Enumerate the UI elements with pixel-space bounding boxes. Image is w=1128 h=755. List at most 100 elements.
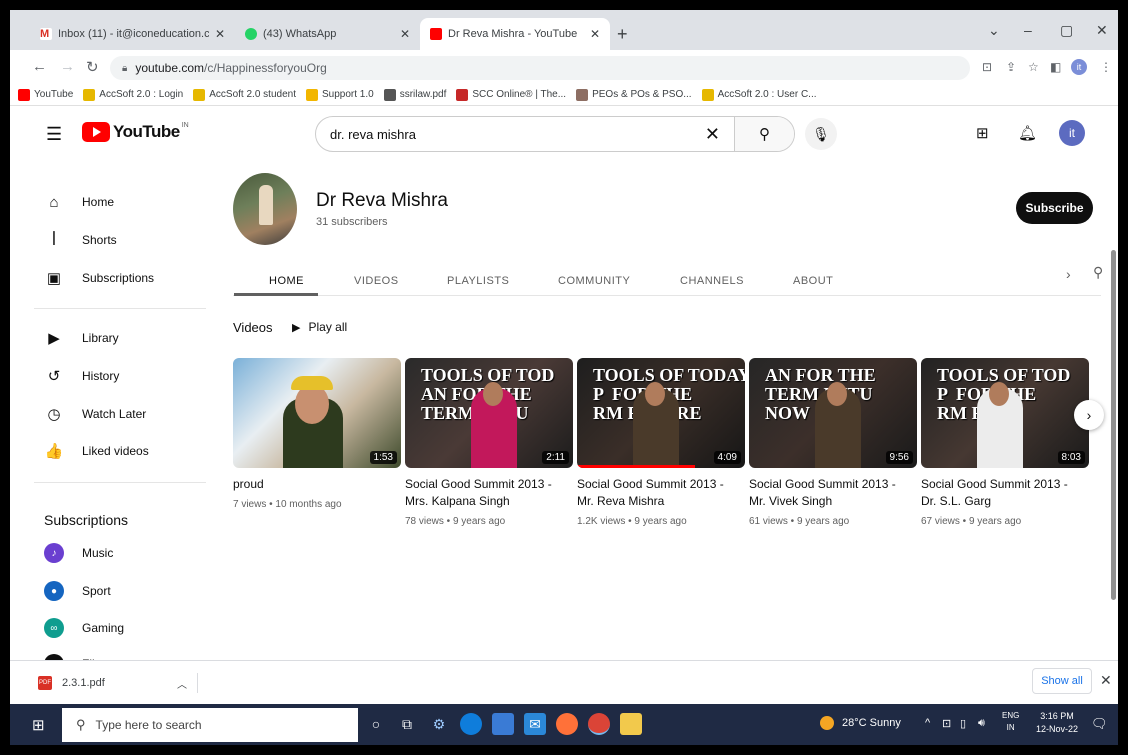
cortana-icon[interactable]: ○: [365, 713, 387, 735]
youtube-logo[interactable]: YouTube IN: [82, 122, 189, 142]
tabs-next-chevron-icon[interactable]: ›: [1066, 266, 1071, 282]
tab-home[interactable]: HOME: [269, 275, 304, 287]
weather-widget[interactable]: 28°C Sunny: [820, 716, 901, 730]
video-card[interactable]: TOOLS OF TOD P FOR THE RM FU8:03 Social G…: [921, 358, 1089, 527]
network-icon[interactable]: ⊡: [942, 717, 951, 730]
file-explorer-icon[interactable]: [620, 713, 642, 735]
bookmark-item[interactable]: ssrilaw.pdf: [383, 88, 446, 101]
google-lens-icon[interactable]: ⊡: [982, 60, 992, 74]
video-thumbnail[interactable]: TOOLS OF TODAY P FOR THE RM FUTURE4:09: [577, 358, 745, 468]
url-bar[interactable]: 🔒︎ youtube.com /c/HappinessforyouOrg: [110, 56, 970, 80]
sidebar-item-watch-later[interactable]: ◷ Watch Later: [10, 396, 210, 432]
search-button[interactable]: ⚲: [734, 117, 794, 151]
show-all-downloads-button[interactable]: Show all: [1032, 668, 1092, 694]
bookmark-item[interactable]: YouTube: [18, 88, 73, 101]
task-view-icon[interactable]: ⧉: [396, 713, 418, 735]
video-title[interactable]: Social Good Summit 2013 - Mr. Vivek Singh: [749, 476, 917, 510]
video-card[interactable]: 1:53 proud 7 views • 10 months ago: [233, 358, 401, 510]
restore-button[interactable]: ▢: [1060, 22, 1073, 39]
video-thumbnail[interactable]: TOOLS OF TOD AN FOR THE TERM FUTU2:11: [405, 358, 573, 468]
browser-menu-icon[interactable]: ⋮: [1100, 60, 1112, 74]
video-title[interactable]: Social Good Summit 2013 - Mr. Reva Mishra: [577, 476, 745, 510]
sidebar-item-films[interactable]: ●Films: [10, 646, 210, 660]
clear-search-icon[interactable]: ✕: [705, 124, 720, 145]
sidebar-item-gaming[interactable]: ∞ Gaming: [10, 610, 210, 646]
settings-app-icon[interactable]: ⚙: [428, 713, 450, 735]
sidebar-item-history[interactable]: ↺ History: [10, 358, 210, 394]
video-thumbnail[interactable]: TOOLS OF TOD P FOR THE RM FU8:03: [921, 358, 1089, 468]
close-tab-icon[interactable]: ✕: [400, 27, 410, 41]
notification-center-icon[interactable]: 🗨︎: [1091, 716, 1108, 732]
video-title[interactable]: Social Good Summit 2013 - Dr. S.L. Garg: [921, 476, 1089, 510]
volume-icon[interactable]: 🔊︎: [978, 717, 985, 730]
firefox-icon[interactable]: [556, 713, 578, 735]
close-tab-icon[interactable]: ✕: [215, 27, 225, 41]
close-download-bar-icon[interactable]: ✕: [1100, 672, 1112, 689]
bookmark-item[interactable]: AccSoft 2.0 student: [193, 88, 296, 101]
channel-search-icon[interactable]: ⚲: [1093, 264, 1104, 281]
chevron-up-icon[interactable]: ︿: [177, 676, 187, 691]
menu-icon[interactable]: ☰: [46, 124, 62, 145]
bookmark-item[interactable]: PEOs & POs & PSO...: [576, 88, 692, 101]
channel-avatar[interactable]: [233, 173, 297, 245]
language-indicator[interactable]: ENG IN: [1002, 710, 1019, 734]
side-panel-icon[interactable]: ◧: [1050, 60, 1061, 74]
close-tab-icon[interactable]: ✕: [590, 27, 600, 41]
back-icon[interactable]: ←: [32, 58, 47, 75]
bookmark-item[interactable]: AccSoft 2.0 : Login: [83, 88, 183, 101]
tab-about[interactable]: ABOUT: [793, 275, 833, 287]
battery-icon[interactable]: ▯: [960, 717, 966, 730]
new-tab-button[interactable]: +: [617, 24, 628, 45]
mail-icon[interactable]: ✉: [524, 713, 546, 735]
tab-gmail[interactable]: M Inbox (11) - it@iconeducation.co ✕: [30, 18, 235, 50]
tab-whatsapp[interactable]: (43) WhatsApp ✕: [235, 18, 420, 50]
share-icon[interactable]: ⇪: [1006, 60, 1016, 74]
bookmark-item[interactable]: AccSoft 2.0 : User C...: [701, 88, 817, 101]
sidebar-item-library[interactable]: ▶ Library: [10, 320, 210, 356]
edge-icon[interactable]: [460, 713, 482, 735]
video-thumbnail[interactable]: AN FOR THE TERM FUTU NOW9:56: [749, 358, 917, 468]
bookmark-item[interactable]: Support 1.0: [305, 88, 374, 101]
play-all-button[interactable]: ▶ Play all: [292, 320, 347, 334]
bookmark-item[interactable]: SCC Online® | The...: [456, 88, 566, 101]
notifications-bell-icon[interactable]: 🔔︎: [1018, 124, 1037, 142]
forward-icon[interactable]: →: [60, 58, 75, 75]
sidebar-item-home[interactable]: ⌂ Home: [10, 184, 210, 220]
browser-profile-avatar[interactable]: it: [1071, 59, 1087, 75]
reload-icon[interactable]: ↻: [86, 58, 99, 76]
search-box[interactable]: dr. reva mishra ✕ ⚲: [315, 116, 795, 152]
system-clock[interactable]: 3:16 PM 12-Nov-22: [1036, 710, 1078, 736]
subscribe-button[interactable]: Subscribe: [1016, 192, 1093, 224]
tab-videos[interactable]: VIDEOS: [354, 275, 399, 287]
create-video-icon[interactable]: ⊞: [976, 124, 989, 142]
sidebar-item-music[interactable]: ♪ Music: [10, 535, 210, 571]
video-thumbnail[interactable]: 1:53: [233, 358, 401, 468]
tab-channels[interactable]: CHANNELS: [680, 275, 744, 287]
chrome-icon[interactable]: [588, 713, 610, 735]
close-window-button[interactable]: ✕: [1096, 22, 1108, 39]
windows-start-icon[interactable]: ⊞: [32, 716, 45, 734]
sidebar-item-liked-videos[interactable]: 👍 Liked videos: [10, 433, 210, 469]
tab-youtube[interactable]: Dr Reva Mishra - YouTube ✕: [420, 18, 610, 50]
video-card[interactable]: TOOLS OF TODAY P FOR THE RM FUTURE4:09 So…: [577, 358, 745, 527]
sidebar-item-shorts[interactable]: ꟾ Shorts: [10, 222, 210, 258]
taskbar-search[interactable]: ⚲ Type here to search: [62, 708, 358, 742]
tab-playlists[interactable]: PLAYLISTS: [447, 275, 509, 287]
voice-search-button[interactable]: 🎙︎: [805, 118, 837, 150]
video-title[interactable]: proud: [233, 476, 401, 493]
tray-chevron-icon[interactable]: ^: [925, 717, 930, 729]
page-scrollbar[interactable]: [1111, 250, 1116, 600]
video-card[interactable]: AN FOR THE TERM FUTU NOW9:56 Social Good …: [749, 358, 917, 527]
sidebar-item-sport[interactable]: ● Sport: [10, 573, 210, 609]
account-avatar[interactable]: it: [1059, 120, 1085, 146]
video-card[interactable]: TOOLS OF TOD AN FOR THE TERM FUTU2:11 Soc…: [405, 358, 573, 527]
search-input[interactable]: dr. reva mishra: [330, 127, 705, 142]
tab-community[interactable]: COMMUNITY: [558, 275, 630, 287]
tab-search-icon[interactable]: ⌄: [988, 22, 1000, 39]
shelf-next-button[interactable]: ›: [1074, 400, 1104, 430]
minimize-button[interactable]: –: [1024, 22, 1032, 38]
store-icon[interactable]: [492, 713, 514, 735]
sidebar-item-subscriptions[interactable]: ▣ Subscriptions: [10, 260, 210, 296]
bookmark-star-icon[interactable]: ☆: [1028, 60, 1039, 74]
video-title[interactable]: Social Good Summit 2013 - Mrs. Kalpana Si…: [405, 476, 573, 510]
